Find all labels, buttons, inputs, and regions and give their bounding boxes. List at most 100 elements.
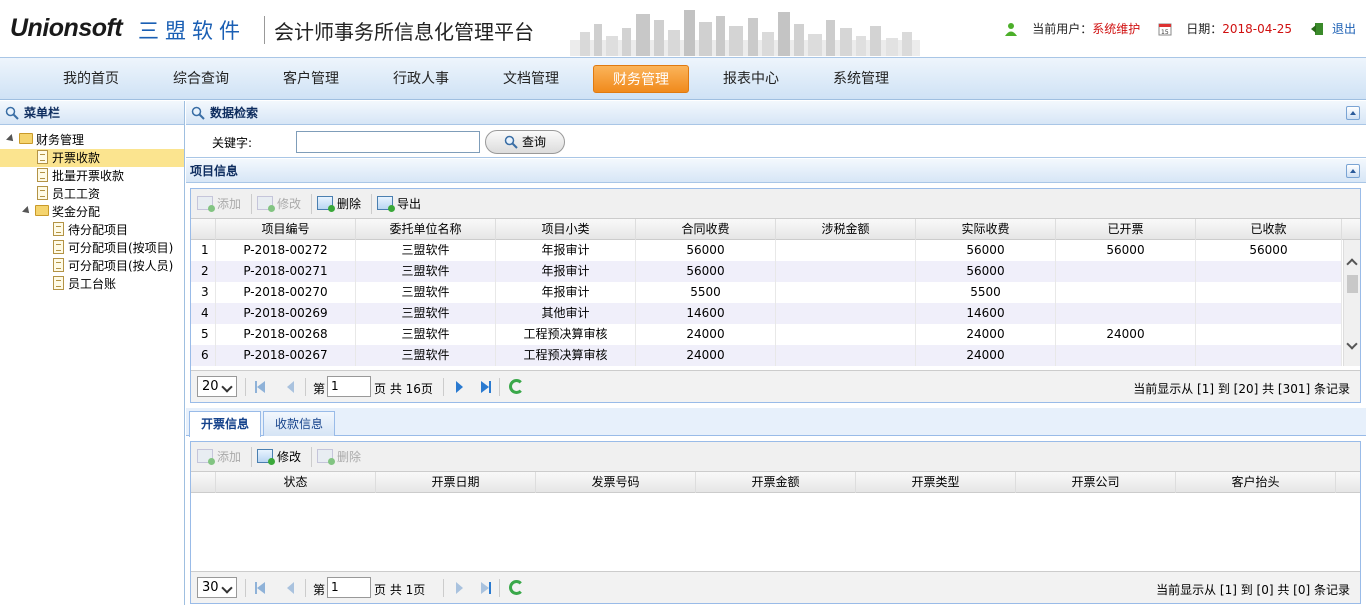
project-pager: 20 第 1 页 共 16页 当前显示从 [1] 到 [20] 共 [301] … [191, 370, 1360, 402]
table-row[interactable]: 3 P-2018-00270 三盟软件 年报审计 5500 5500 [191, 282, 1342, 303]
nav-item-system[interactable]: 系统管理 [813, 65, 909, 93]
toolbar-divider [311, 447, 312, 467]
tree-node-label: 奖金分配 [52, 205, 101, 219]
scroll-up-icon[interactable] [1346, 258, 1358, 270]
prev-page-icon[interactable] [287, 582, 294, 594]
next-page-icon[interactable] [456, 381, 463, 393]
invoice-edit-button[interactable]: 修改 [257, 448, 301, 466]
pager-info: 当前显示从 [1] 到 [20] 共 [301] 条记录 [1133, 382, 1350, 396]
tree-node-batch-invoice[interactable]: 批量开票收款 [0, 167, 184, 185]
last-page-icon[interactable] [481, 381, 491, 393]
column-header[interactable]: 开票类型 [856, 472, 1016, 493]
first-page-icon[interactable] [255, 582, 265, 594]
column-header[interactable]: 已收款 [1196, 219, 1342, 240]
nav-item-reports[interactable]: 报表中心 [703, 65, 799, 93]
page-size-select[interactable]: 20 [197, 376, 237, 397]
table-cell [1056, 282, 1196, 303]
table-row[interactable]: 5 P-2018-00268 三盟软件 工程预决算审核 24000 24000 24000 [191, 324, 1342, 345]
expand-arrow-icon[interactable] [22, 206, 32, 216]
query-button[interactable]: 查询 [485, 130, 565, 154]
column-header[interactable]: 开票公司 [1016, 472, 1176, 493]
column-header[interactable]: 委托单位名称 [356, 219, 496, 240]
logo-text: Unionsoft [10, 14, 123, 42]
invoice-add-button[interactable]: 添加 [197, 448, 241, 466]
collapse-project-button[interactable] [1346, 164, 1360, 178]
table-cell: 年报审计 [496, 261, 636, 282]
project-table-body: 1 P-2018-00272 三盟软件 年报审计 56000 56000 56000 5600… [191, 240, 1360, 366]
column-header[interactable]: 已开票 [1056, 219, 1196, 240]
nav-item-home[interactable]: 我的首页 [43, 65, 139, 93]
table-cell [1196, 282, 1342, 303]
refresh-icon[interactable] [509, 580, 524, 595]
delete-button[interactable]: 删除 [317, 195, 361, 213]
tree-node-bonus[interactable]: 奖金分配 [0, 203, 184, 221]
expand-arrow-icon[interactable] [6, 134, 16, 144]
column-header[interactable]: 客户抬头 [1176, 472, 1336, 493]
table-row[interactable]: 4 P-2018-00269 三盟软件 其他审计 14600 14600 [191, 303, 1342, 324]
column-header[interactable]: 项目编号 [216, 219, 356, 240]
table-row[interactable]: 1 P-2018-00272 三盟软件 年报审计 56000 56000 56000 5600… [191, 240, 1342, 261]
search-icon [191, 106, 205, 120]
tree-node-invoice-collection[interactable]: 开票收款 [0, 149, 184, 167]
tree-node-pending-projects[interactable]: 待分配项目 [0, 221, 184, 239]
search-row: 关键字: 查询 [186, 125, 1366, 158]
prev-page-icon[interactable] [287, 381, 294, 393]
collapse-search-button[interactable] [1346, 106, 1360, 120]
nav-item-query[interactable]: 综合查询 [153, 65, 249, 93]
add-button[interactable]: 添加 [197, 195, 241, 213]
document-icon [53, 276, 64, 290]
table-row[interactable]: 6 P-2018-00267 三盟软件 工程预决算审核 24000 24000 [191, 345, 1342, 366]
tree-node-ledger[interactable]: 员工台账 [0, 275, 184, 293]
column-header[interactable]: 实际收费 [916, 219, 1056, 240]
next-page-icon[interactable] [456, 582, 463, 594]
table-cell: 三盟软件 [356, 345, 496, 366]
column-header[interactable]: 发票号码 [536, 472, 696, 493]
date-label: 日期： [1186, 22, 1223, 36]
refresh-icon[interactable] [509, 379, 524, 394]
pager-divider [305, 579, 306, 597]
tree-node-finance[interactable]: 财务管理 [0, 131, 184, 149]
column-header[interactable]: 开票日期 [376, 472, 536, 493]
tab-invoice-info[interactable]: 开票信息 [189, 411, 262, 437]
export-button[interactable]: 导出 [377, 195, 421, 213]
logo-divider [264, 16, 265, 44]
table-cell [776, 282, 916, 303]
page-number-input[interactable]: 1 [327, 577, 371, 598]
tree-node-label: 员工台账 [68, 277, 117, 291]
table-cell [1196, 261, 1342, 282]
page-size-select[interactable]: 30 [197, 577, 237, 598]
column-header[interactable]: 涉税金额 [776, 219, 916, 240]
tree-node-by-project[interactable]: 可分配项目(按项目) [0, 239, 184, 257]
row-number-cell: 1 [191, 240, 216, 261]
invoice-delete-button[interactable]: 删除 [317, 448, 361, 466]
scroll-down-icon[interactable] [1346, 338, 1358, 350]
last-page-icon[interactable] [481, 582, 491, 594]
scroll-thumb[interactable] [1347, 275, 1358, 293]
current-user-label: 当前用户： [1032, 22, 1093, 36]
logout-link[interactable]: 退出 [1332, 20, 1356, 37]
tree-node-salary[interactable]: 员工工资 [0, 185, 184, 203]
nav-item-documents[interactable]: 文档管理 [483, 65, 579, 93]
tree-node-by-staff[interactable]: 可分配项目(按人员) [0, 257, 184, 275]
page-number-input[interactable]: 1 [327, 376, 371, 397]
column-header[interactable]: 项目小类 [496, 219, 636, 240]
first-page-icon[interactable] [255, 381, 265, 393]
nav-item-admin[interactable]: 行政人事 [373, 65, 469, 93]
export-button-label: 导出 [397, 197, 422, 211]
column-header[interactable]: 开票金额 [696, 472, 856, 493]
platform-title: 会计师事务所信息化管理平台 [274, 20, 534, 44]
tab-collection-info[interactable]: 收款信息 [263, 411, 336, 436]
invoice-grid: 添加 修改 删除 状态 开票日期 发票号码 开票金额 开票类型 开票公司 客户抬… [190, 441, 1361, 604]
vertical-scrollbar[interactable] [1343, 240, 1360, 366]
column-header[interactable]: 合同收费 [636, 219, 776, 240]
keyword-input[interactable] [296, 131, 480, 153]
table-cell [1196, 345, 1342, 366]
nav-item-finance[interactable]: 财务管理 [593, 65, 689, 93]
table-row[interactable]: 2 P-2018-00271 三盟软件 年报审计 56000 56000 [191, 261, 1342, 282]
table-cell [776, 240, 916, 261]
project-table-header: 项目编号 委托单位名称 项目小类 合同收费 涉税金额 实际收费 已开票 已收款 [191, 219, 1360, 240]
nav-item-customers[interactable]: 客户管理 [263, 65, 359, 93]
edit-button[interactable]: 修改 [257, 195, 301, 213]
column-header[interactable]: 状态 [216, 472, 376, 493]
logout-icon[interactable] [1310, 22, 1324, 36]
